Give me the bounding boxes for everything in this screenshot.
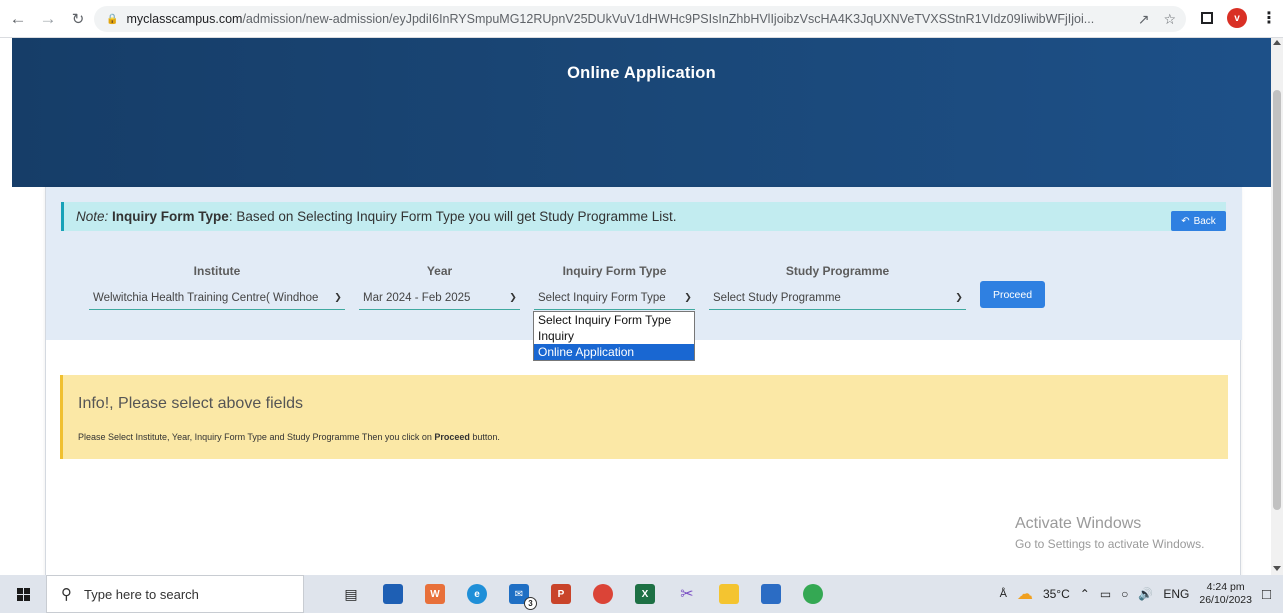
windows-taskbar: ⚲ Type here to search ▤ W e ✉ 3 P X ✂ Å …	[0, 575, 1283, 613]
note-bold: Inquiry Form Type	[112, 209, 229, 224]
url-domain: myclasscampus.com	[126, 12, 243, 26]
info-text: Please Select Institute, Year, Inquiry F…	[78, 432, 500, 442]
people-icon[interactable]: Å	[1000, 588, 1007, 600]
profile-avatar[interactable]: v	[1227, 8, 1247, 28]
watermark-line2: Go to Settings to activate Windows.	[1015, 537, 1205, 551]
chevron-up-icon[interactable]: ⌃	[1080, 587, 1090, 601]
inquiry-type-select[interactable]: Select Inquiry Form Type ❯	[534, 286, 695, 310]
page-title: Online Application	[567, 64, 716, 82]
programme-select[interactable]: Select Study Programme ❯	[709, 286, 966, 310]
url-path: /admission/new-admission/eyJpdiI6InRYSmp…	[242, 12, 1095, 26]
scroll-thumb[interactable]	[1273, 90, 1281, 510]
chrome-icon[interactable]	[582, 575, 624, 613]
network-icon[interactable]: ○	[1121, 587, 1128, 601]
windows-start-icon[interactable]	[0, 575, 46, 613]
weather-icon[interactable]: ☁	[1017, 584, 1033, 604]
sidebar-toggle-icon[interactable]	[1201, 12, 1213, 24]
address-bar[interactable]: 🔒 myclasscampus.com/admission/new-admiss…	[94, 6, 1186, 32]
mail-icon[interactable]: ✉ 3	[498, 575, 540, 613]
institute-select[interactable]: Welwitchia Health Training Centre( Windh…	[89, 286, 345, 310]
info-text-bold: Proceed	[434, 432, 470, 442]
dropdown-option-highlighted[interactable]: Online Application	[534, 344, 694, 360]
taskbar-search[interactable]: ⚲ Type here to search	[46, 575, 304, 613]
app-icon[interactable]	[750, 575, 792, 613]
info-text-start: Please Select Institute, Year, Inquiry F…	[78, 432, 435, 442]
back-label: Back	[1193, 215, 1216, 227]
temperature[interactable]: 35°C	[1043, 587, 1070, 601]
clock-date: 26/10/2023	[1199, 594, 1252, 606]
chevron-down-icon: ❯	[334, 292, 342, 302]
inquiry-type-dropdown: Select Inquiry Form Type Inquiry Online …	[533, 311, 695, 361]
note-prefix: Note:	[76, 209, 109, 224]
edge-icon[interactable]: e	[456, 575, 498, 613]
back-button[interactable]: ↶ Back	[1171, 211, 1226, 231]
activate-windows-watermark: Activate Windows Go to Settings to activ…	[1015, 515, 1204, 551]
proceed-button[interactable]: Proceed	[980, 281, 1045, 308]
browser-toolbar: ← → ↻ 🔒 myclasscampus.com/admission/new-…	[0, 0, 1283, 38]
year-label: Year	[426, 264, 453, 278]
year-value: Mar 2024 - Feb 2025	[363, 291, 471, 304]
back-icon: ↶	[1181, 215, 1190, 227]
programme-value: Select Study Programme	[713, 291, 841, 304]
clock-time: 4:24 pm	[1206, 581, 1245, 593]
task-view-icon[interactable]: ▤	[330, 575, 372, 613]
powerpoint-icon[interactable]: P	[540, 575, 582, 613]
store-icon[interactable]	[372, 575, 414, 613]
chrome-profile-icon[interactable]	[792, 575, 834, 613]
page-scrollbar[interactable]	[1271, 38, 1283, 575]
scroll-up-icon[interactable]	[1273, 40, 1281, 45]
dropdown-option[interactable]: Select Inquiry Form Type	[534, 312, 694, 328]
search-placeholder: Type here to search	[84, 586, 199, 602]
notification-icon[interactable]: □	[1262, 586, 1271, 603]
file-explorer-icon[interactable]	[708, 575, 750, 613]
page-viewport: Online Application Note: Inquiry Form Ty…	[0, 38, 1283, 575]
watermark-line1: Activate Windows	[1015, 515, 1142, 532]
battery-icon[interactable]: ▭	[1100, 587, 1111, 601]
back-arrow-icon[interactable]: ←	[6, 7, 30, 31]
clock[interactable]: 4:24 pm 26/10/2023	[1199, 581, 1252, 607]
scroll-down-icon[interactable]	[1273, 566, 1281, 571]
institute-label: Institute	[193, 264, 241, 278]
system-tray: Å ☁ 35°C ⌃ ▭ ○ 🔊 ENG 4:24 pm 26/10/2023 …	[1000, 575, 1283, 613]
inquiry-type-value: Select Inquiry Form Type	[538, 291, 666, 304]
dropdown-option[interactable]: Inquiry	[534, 328, 694, 344]
page-header-banner: Online Application	[12, 38, 1271, 187]
word-icon[interactable]: W	[414, 575, 456, 613]
chevron-down-icon: ❯	[684, 292, 692, 302]
snipping-tool-icon[interactable]: ✂	[666, 575, 708, 613]
inquiry-type-label: Inquiry Form Type	[562, 264, 667, 278]
chevron-down-icon: ❯	[509, 292, 517, 302]
lock-icon: 🔒	[106, 13, 119, 25]
excel-icon[interactable]: X	[624, 575, 666, 613]
browser-menu-icon[interactable]: ⋮	[1261, 8, 1277, 28]
note-bar: Note: Inquiry Form Type: Based on Select…	[61, 202, 1226, 231]
year-select[interactable]: Mar 2024 - Feb 2025 ❯	[359, 286, 520, 310]
forward-arrow-icon[interactable]: →	[36, 7, 60, 31]
volume-icon[interactable]: 🔊	[1138, 587, 1153, 601]
reload-icon[interactable]: ↻	[66, 7, 90, 31]
programme-label: Study Programme	[785, 264, 890, 278]
institute-value: Welwitchia Health Training Centre( Windh…	[93, 291, 319, 304]
chevron-down-icon: ❯	[955, 292, 963, 302]
language-indicator[interactable]: ENG	[1163, 587, 1189, 601]
info-title: Info!, Please select above fields	[78, 395, 304, 412]
info-text-end: button.	[469, 432, 500, 442]
share-icon[interactable]: ↗	[1138, 11, 1150, 28]
search-icon: ⚲	[61, 586, 72, 603]
info-alert: Info!, Please select above fields Please…	[60, 375, 1228, 459]
mail-badge: 3	[524, 597, 537, 610]
note-text: : Based on Selecting Inquiry Form Type y…	[228, 209, 677, 224]
bookmark-star-icon[interactable]: ☆	[1163, 11, 1176, 28]
